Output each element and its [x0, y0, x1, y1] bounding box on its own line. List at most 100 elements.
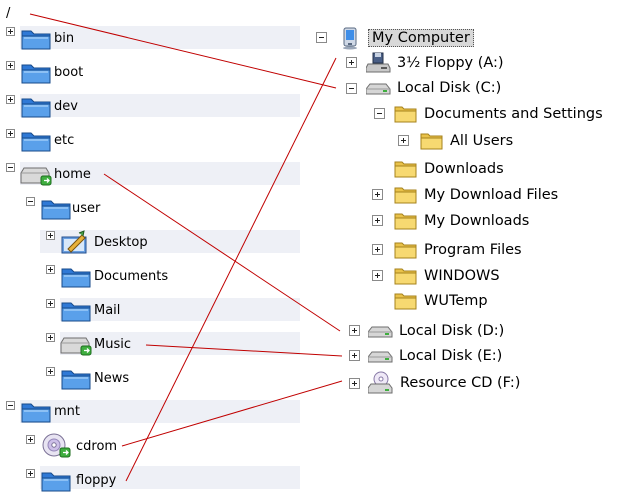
- tree-root-label: /: [6, 5, 11, 21]
- folder-icon: [61, 370, 91, 390]
- expand-resource-cd-button[interactable]: [349, 378, 360, 389]
- collapse-local-disk-c-button[interactable]: [346, 83, 357, 94]
- collapse-home-button[interactable]: [6, 163, 15, 172]
- folder-icon: [61, 268, 91, 288]
- expand-desktop-button[interactable]: [46, 231, 55, 240]
- collapse-my-computer-button[interactable]: [316, 32, 327, 43]
- expand-dev-button[interactable]: [6, 95, 15, 104]
- folder-icon: [394, 293, 417, 310]
- expand-music-button[interactable]: [46, 333, 55, 342]
- collapse-mnt-button[interactable]: [6, 401, 15, 410]
- tree-item-my-download-files[interactable]: My Download Files: [394, 184, 558, 206]
- tree-item-my-computer[interactable]: My Computer: [340, 27, 474, 50]
- tree-item-program-files[interactable]: Program Files: [394, 239, 522, 261]
- tree-item-label: All Users: [450, 133, 514, 149]
- folder-icon: [41, 472, 71, 492]
- expand-my-download-files-button[interactable]: [372, 189, 383, 200]
- folder-icon: [21, 30, 51, 50]
- tree-item-label: My Downloads: [424, 213, 530, 229]
- folder-icon: [394, 187, 417, 204]
- tree-item-cdrom[interactable]: cdrom: [40, 433, 117, 458]
- hard-disk-icon: [368, 351, 393, 363]
- tree-item-dev[interactable]: dev: [20, 95, 78, 118]
- expand-windows-button[interactable]: [372, 270, 383, 281]
- tree-item-my-downloads[interactable]: My Downloads: [394, 210, 529, 232]
- drive-icon: [20, 167, 52, 186]
- tree-item-local-disk-d[interactable]: Local Disk (D:): [368, 320, 504, 342]
- expand-news-button[interactable]: [46, 367, 55, 376]
- folder-icon: [21, 64, 51, 84]
- expand-bin-button[interactable]: [6, 27, 15, 36]
- expand-documents-button[interactable]: [46, 265, 55, 274]
- tree-item-label: WINDOWS: [424, 268, 500, 284]
- folder-icon: [394, 242, 417, 259]
- tree-item-label: user: [72, 200, 101, 216]
- tree-item-mnt[interactable]: mnt: [20, 400, 80, 423]
- tree-item-local-disk-c[interactable]: Local Disk (C:): [366, 77, 501, 99]
- expand-all-users-button[interactable]: [398, 135, 409, 146]
- tree-item-all-users[interactable]: All Users: [420, 130, 513, 152]
- drive-icon: [60, 337, 92, 356]
- computer-icon: [343, 27, 357, 50]
- tree-item-floppy-a[interactable]: 3½ Floppy (A:): [366, 52, 504, 74]
- hard-disk-icon: [366, 83, 391, 95]
- expand-local-disk-e-button[interactable]: [349, 350, 360, 361]
- tree-item-boot[interactable]: boot: [20, 61, 84, 84]
- tree-item-label: Local Disk (C:): [397, 80, 502, 96]
- tree-item-label: bin: [54, 30, 75, 46]
- tree-item-label: floppy: [76, 472, 117, 488]
- hard-disk-icon: [368, 326, 393, 338]
- tree-item-label: Program Files: [424, 242, 522, 258]
- tree-item-home[interactable]: home: [20, 163, 91, 186]
- folder-icon: [394, 213, 417, 230]
- tree-item-downloads[interactable]: Downloads: [394, 158, 504, 180]
- tree-item-label: mnt: [54, 403, 80, 419]
- expand-mail-button[interactable]: [46, 299, 55, 308]
- expand-etc-button[interactable]: [6, 129, 15, 138]
- tree-item-label: Documents: [94, 268, 169, 284]
- tree-item-user[interactable]: user: [40, 197, 101, 220]
- tree-item-label: Local Disk (D:): [399, 323, 505, 339]
- tree-item-mail[interactable]: Mail: [60, 299, 121, 322]
- tree-item-news[interactable]: News: [60, 367, 129, 390]
- collapse-documents-and-settings-button[interactable]: [374, 108, 385, 119]
- tree-item-desktop[interactable]: Desktop: [60, 230, 148, 254]
- expand-my-downloads-button[interactable]: [372, 215, 383, 226]
- tree-item-documents[interactable]: Documents: [60, 265, 169, 288]
- tree-item-label: WUTemp: [424, 293, 488, 309]
- floppy-drive-icon: [366, 52, 391, 73]
- tree-item-windows[interactable]: WINDOWS: [394, 265, 500, 287]
- tree-root[interactable]: /: [6, 2, 10, 24]
- desktop-icon: [61, 230, 87, 254]
- tree-item-floppy[interactable]: floppy: [40, 469, 117, 492]
- folder-icon: [41, 200, 71, 220]
- tree-item-label: home: [54, 166, 91, 182]
- tree-item-label: Downloads: [424, 161, 504, 177]
- tree-item-wutemp[interactable]: WUTemp: [394, 290, 488, 312]
- tree-item-resource-cd[interactable]: Resource CD (F:): [368, 371, 520, 394]
- tree-item-etc[interactable]: etc: [20, 129, 75, 152]
- tree-item-label: dev: [54, 98, 78, 114]
- expand-local-disk-d-button[interactable]: [349, 325, 360, 336]
- expand-program-files-button[interactable]: [372, 244, 383, 255]
- tree-item-label: My Download Files: [424, 187, 559, 203]
- tree-item-label: Desktop: [94, 234, 148, 250]
- expand-boot-button[interactable]: [6, 61, 15, 70]
- cdrom-icon: [42, 433, 71, 458]
- folder-icon: [21, 403, 51, 423]
- expand-floppy-button[interactable]: [26, 469, 35, 478]
- tree-item-label: boot: [54, 64, 84, 80]
- tree-item-local-disk-e[interactable]: Local Disk (E:): [368, 345, 502, 367]
- folder-icon: [420, 133, 443, 150]
- folder-icon: [394, 106, 417, 123]
- tree-item-label: etc: [54, 132, 75, 148]
- tree-item-documents-and-settings[interactable]: Documents and Settings: [394, 103, 603, 125]
- folder-icon: [21, 98, 51, 118]
- tree-item-bin[interactable]: bin: [20, 27, 75, 50]
- folder-icon: [21, 132, 51, 152]
- collapse-user-button[interactable]: [26, 197, 35, 206]
- expand-floppy-a-button[interactable]: [346, 57, 357, 68]
- tree-item-music[interactable]: Music: [60, 333, 131, 356]
- expand-cdrom-button[interactable]: [26, 435, 35, 444]
- tree-item-label: Mail: [94, 302, 121, 318]
